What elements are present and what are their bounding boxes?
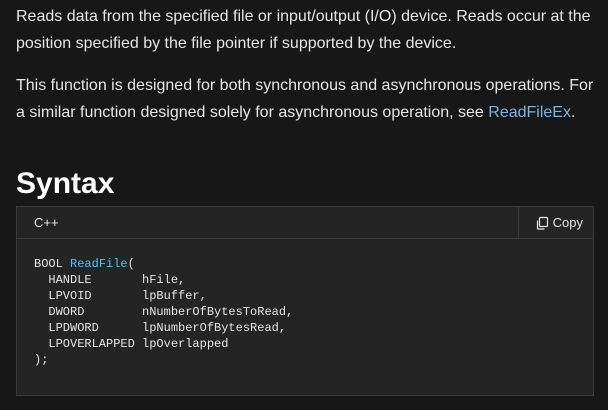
code-param-line: HANDLE hFile, bbox=[34, 273, 186, 287]
code-param-line: DWORD nNumberOfBytesToRead, bbox=[34, 305, 294, 319]
description-period: . bbox=[570, 104, 576, 121]
description-text: Reads data from the specified file or in… bbox=[16, 8, 591, 52]
code-header: C++ Copy bbox=[17, 207, 593, 239]
code-param-line: LPOVERLAPPED lpOverlapped bbox=[34, 337, 229, 351]
code-block: C++ Copy BOOL ReadFile( HANDLE hFile, LP… bbox=[16, 206, 594, 396]
copy-icon bbox=[535, 216, 549, 230]
description-paragraph: Reads data from the specified file or in… bbox=[16, 3, 596, 57]
readfileex-link[interactable]: ReadFileEx bbox=[488, 104, 571, 121]
doc-content: Reads data from the specified file or in… bbox=[16, 0, 596, 202]
code-param-line: LPVOID lpBuffer, bbox=[34, 289, 207, 303]
code-close-paren: ); bbox=[34, 353, 49, 367]
syntax-heading: Syntax bbox=[16, 167, 115, 200]
code-content: BOOL ReadFile( HANDLE hFile, LPVOID lpBu… bbox=[17, 239, 593, 368]
code-open-paren: ( bbox=[127, 257, 135, 271]
code-param-line: LPDWORD lpNumberOfBytesRead, bbox=[34, 321, 287, 335]
code-return-type: BOOL bbox=[34, 257, 71, 271]
copy-button[interactable]: Copy bbox=[517, 207, 593, 238]
copy-label: Copy bbox=[552, 215, 583, 230]
code-language-label: C++ bbox=[34, 215, 59, 230]
description-paragraph-async: This function is designed for both synch… bbox=[16, 72, 596, 126]
code-function-name: ReadFile bbox=[70, 257, 128, 271]
